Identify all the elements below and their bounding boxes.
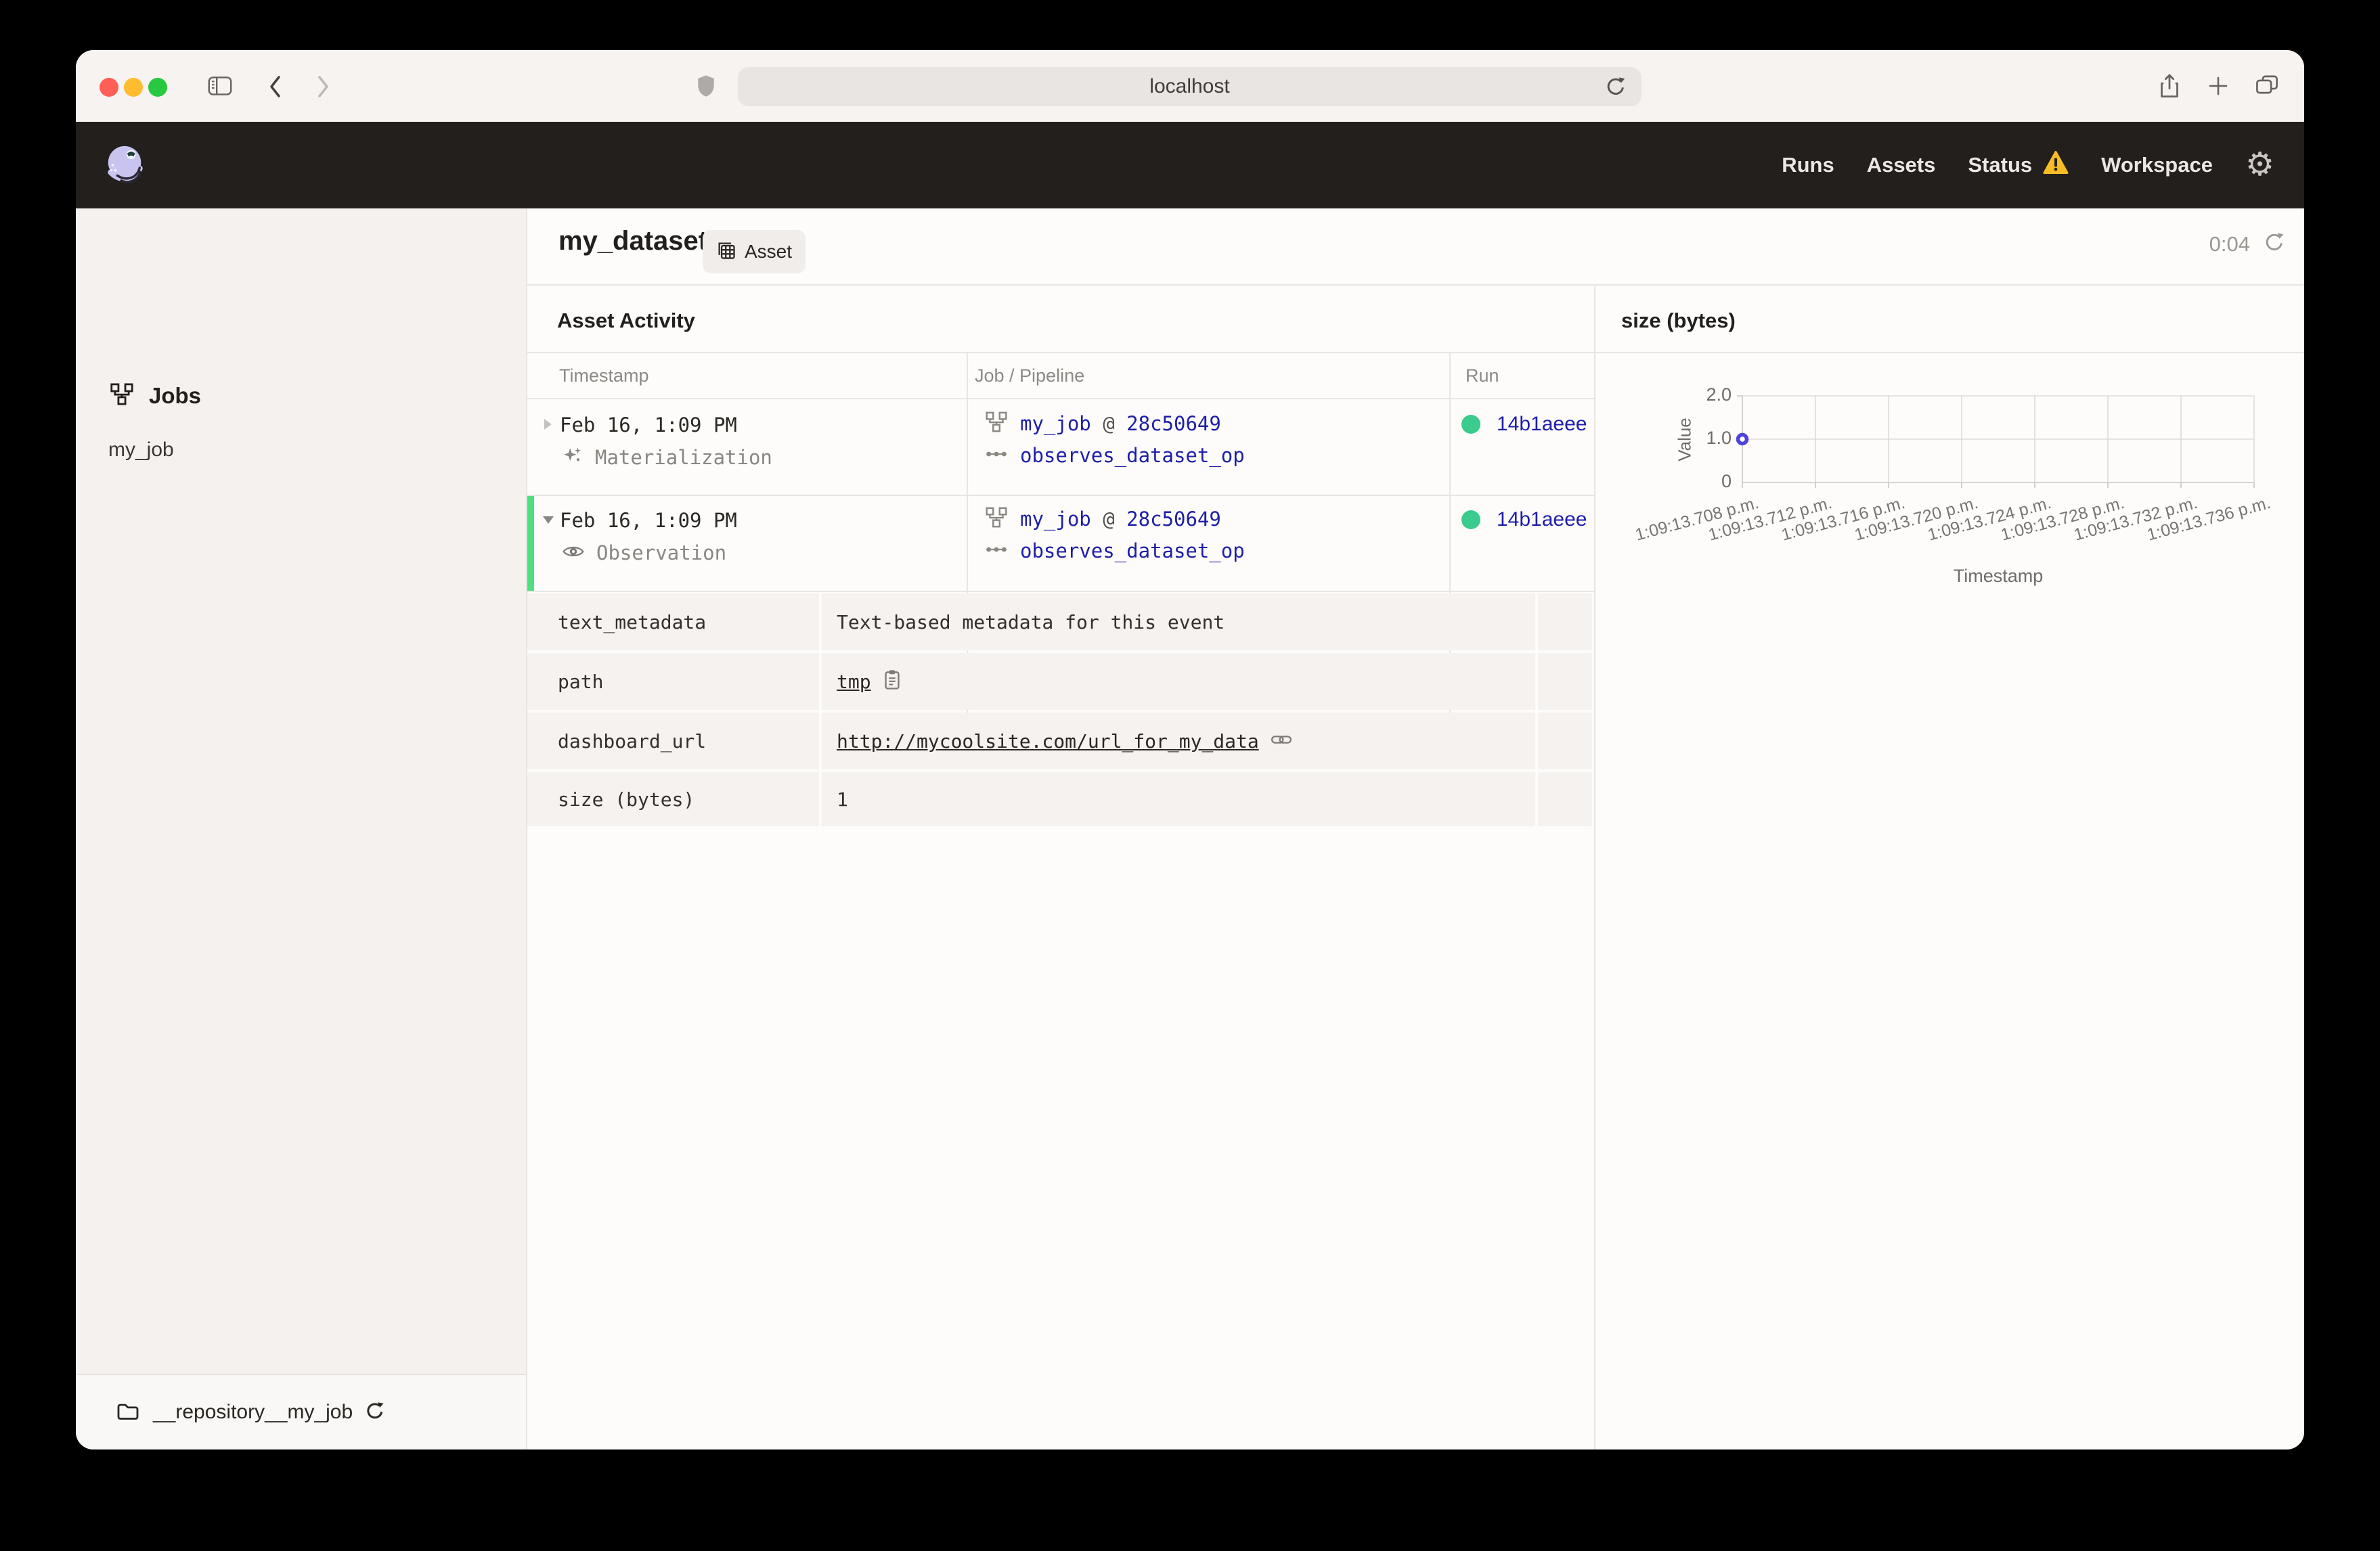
dashboard-url-link[interactable]: http://mycoolsite.com/url_for_my_data — [837, 730, 1259, 752]
nav-link-workspace[interactable]: Workspace — [2101, 153, 2213, 177]
timer-value: 0:04 — [2209, 231, 2250, 256]
asset-table-icon — [716, 240, 736, 264]
nav-link-assets[interactable]: Assets — [1867, 153, 1936, 177]
warning-triangle-icon — [2043, 151, 2069, 179]
run-status-dot — [1461, 415, 1480, 434]
repository-footer: __repository__my_job — [76, 1374, 526, 1449]
chart-plot — [1725, 388, 2274, 499]
revision-link[interactable]: 28c50649 — [1126, 508, 1221, 531]
run-link[interactable]: 14b1aeee — [1497, 508, 1587, 531]
browser-window: localhost Search... Runs Assets Status W… — [76, 50, 2304, 1449]
op-icon — [985, 545, 1008, 558]
selected-row-accent — [527, 496, 534, 591]
job-graph-icon — [985, 411, 1008, 436]
event-type: Materialization — [595, 445, 772, 469]
asset-tag: Asset — [703, 230, 806, 273]
column-header-timestamp: Timestamp — [559, 365, 649, 386]
job-link[interactable]: my_job — [1020, 508, 1091, 531]
run-link[interactable]: 14b1aeee — [1497, 413, 1587, 436]
repository-name: __repository__my_job — [153, 1401, 353, 1423]
back-icon[interactable] — [268, 75, 283, 102]
refresh-timer: 0:04 — [2209, 231, 2285, 256]
tab-overview-icon[interactable] — [2255, 74, 2278, 98]
chart-title: size (bytes) — [1621, 309, 1736, 332]
url-text: localhost — [1149, 75, 1230, 97]
metadata-value-cell: Text-based metadata for this event — [822, 593, 1535, 650]
page-title: my_dataset — [558, 226, 708, 256]
materialization-sparkle-icon — [563, 445, 583, 469]
metadata-value-cell: 1 — [822, 772, 1535, 826]
data-point — [1736, 432, 1749, 446]
op-link[interactable]: observes_dataset_op — [1020, 539, 1245, 562]
metadata-key-cell: path — [527, 653, 819, 710]
external-link-chain-icon — [1271, 734, 1292, 749]
privacy-shield-icon — [697, 74, 715, 101]
toggle-sidebar-icon[interactable] — [208, 76, 232, 99]
op-link[interactable]: observes_dataset_op — [1020, 444, 1245, 467]
share-icon[interactable] — [2159, 73, 2180, 102]
sidebar-section-title: Jobs — [149, 383, 202, 408]
sidebar-item-my-job[interactable]: my_job — [108, 439, 174, 462]
reload-repository-icon[interactable] — [365, 1401, 385, 1424]
observation-eye-icon — [563, 544, 584, 562]
metadata-key-cell: dashboard_url — [527, 713, 819, 769]
address-bar[interactable]: localhost — [738, 67, 1641, 106]
navbar-links: Runs Assets Status Workspace ⚙ — [1782, 122, 2274, 208]
sidebar: Jobs my_job __repository__my_job — [76, 208, 527, 1449]
settings-gear-icon[interactable]: ⚙ — [2245, 149, 2274, 181]
event-type: Observation — [596, 541, 727, 564]
metadata-key-cell: text_metadata — [527, 593, 819, 650]
metadata-value-cell: http://mycoolsite.com/url_for_my_data — [822, 713, 1535, 769]
job-graph-icon — [985, 507, 1008, 531]
close-window-button[interactable] — [100, 78, 118, 97]
copy-clipboard-icon[interactable] — [883, 669, 901, 694]
job-link[interactable]: my_job — [1020, 412, 1091, 435]
dagster-logo[interactable] — [104, 143, 146, 189]
new-tab-icon[interactable] — [2208, 76, 2228, 99]
asset-detail-content: my_dataset Asset 0:04 Asset Activity siz… — [527, 208, 2304, 1449]
path-link[interactable]: tmp — [837, 671, 871, 693]
nav-link-runs[interactable]: Runs — [1782, 153, 1834, 177]
x-axis-title: Timestamp — [1953, 566, 2044, 586]
browser-chrome: localhost — [76, 50, 2304, 122]
event-timestamp: Feb 16, 1:09 PM — [560, 509, 737, 532]
nav-link-status[interactable]: Status — [1968, 151, 2069, 179]
reload-icon[interactable] — [1605, 76, 1627, 101]
collapse-row-icon[interactable] — [541, 514, 556, 529]
jobs-graph-icon — [110, 383, 134, 409]
column-header-job-pipeline: Job / Pipeline — [975, 365, 1085, 386]
minimize-window-button[interactable] — [124, 78, 143, 97]
metadata-key-cell: size (bytes) — [527, 772, 819, 826]
y-axis-title: Value — [1674, 418, 1695, 462]
run-status-dot — [1461, 510, 1480, 529]
sidebar-section-jobs: Jobs — [110, 383, 201, 409]
asset-tag-label: Asset — [745, 241, 793, 262]
forward-icon[interactable] — [315, 75, 330, 102]
zoom-window-button[interactable] — [148, 78, 167, 97]
folder-icon — [116, 1401, 139, 1424]
op-icon — [985, 449, 1008, 462]
refresh-icon[interactable] — [2264, 231, 2285, 256]
revision-link[interactable]: 28c50649 — [1126, 412, 1221, 435]
column-header-run: Run — [1466, 365, 1499, 386]
metadata-value-cell: tmp — [822, 653, 1535, 710]
app-navbar: / Runs Assets Status Workspac — [76, 122, 2304, 267]
expand-row-icon[interactable] — [542, 417, 553, 435]
activity-section-title: Asset Activity — [557, 309, 695, 332]
event-timestamp: Feb 16, 1:09 PM — [560, 413, 737, 436]
